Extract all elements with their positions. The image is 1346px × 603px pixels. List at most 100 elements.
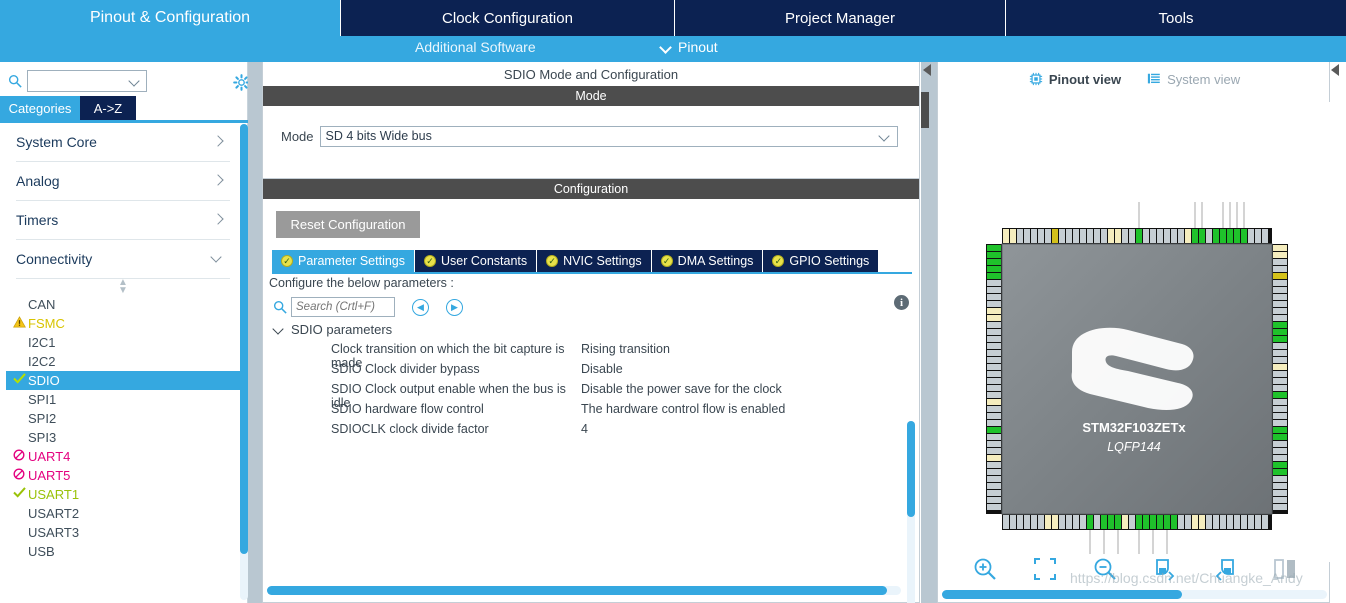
chip-icon: [1029, 72, 1043, 86]
zoom-out-icon[interactable]: [1092, 556, 1118, 582]
parameter-value[interactable]: The hardware control flow is enabled: [581, 402, 903, 422]
flip-icon[interactable]: [1272, 556, 1298, 582]
tab-label: NVIC Settings: [563, 254, 642, 268]
configuration-horizontal-scrollbar-thumb[interactable]: [267, 586, 887, 595]
category-label: Connectivity: [16, 251, 93, 267]
search-icon[interactable]: [8, 74, 22, 88]
chevron-right-circle-icon[interactable]: ▶: [446, 298, 463, 316]
parameter-value[interactable]: Disable the power save for the clock: [581, 382, 903, 402]
check-icon: [12, 373, 26, 387]
parameter-search-input[interactable]: [291, 297, 395, 317]
sidebar-item-usart2[interactable]: USART2: [6, 504, 240, 523]
tab-clock-configuration[interactable]: Clock Configuration: [341, 0, 675, 36]
configure-note: Configure the below parameters :: [269, 276, 454, 290]
scroll-up-down-handle[interactable]: ▲ ▼: [6, 278, 240, 296]
view-tab-label: System view: [1167, 71, 1241, 87]
sidebar-item-spi3[interactable]: SPI3: [6, 428, 240, 447]
search-icon[interactable]: [273, 300, 287, 314]
left-panel-divider[interactable]: [248, 62, 262, 603]
rotate-right-icon[interactable]: [1152, 556, 1178, 582]
tab-gpio-settings[interactable]: ✓ GPIO Settings: [763, 250, 880, 272]
table-row[interactable]: SDIO hardware flow control The hardware …: [263, 402, 903, 422]
additional-software-button[interactable]: Additional Software: [415, 39, 536, 55]
table-row[interactable]: SDIO Clock output enable when the bus is…: [263, 382, 903, 410]
chevron-down-icon: [273, 325, 284, 334]
divider-collapse-controls: [923, 64, 931, 78]
sidebar-scrollbar[interactable]: [240, 124, 248, 600]
tab-pinout-view[interactable]: Pinout view: [1029, 68, 1121, 90]
tab-user-constants[interactable]: ✓ User Constants: [415, 250, 538, 272]
sidebar-tabs: Categories A->Z: [0, 96, 248, 120]
tab-pinout-configuration[interactable]: Pinout & Configuration: [0, 0, 341, 36]
chip-diagram[interactable]: STM32F103ZETx LQFP144: [938, 102, 1331, 562]
status-none-icon: [12, 506, 26, 520]
peripheral-label: USART3: [28, 525, 80, 540]
sidebar-tab-label: A->Z: [93, 100, 123, 116]
sidebar-item-usart3[interactable]: USART3: [6, 523, 240, 542]
sidebar-tab-label: Categories: [8, 100, 72, 116]
rotate-left-icon[interactable]: [1212, 556, 1238, 582]
sidebar-category-system-core[interactable]: System Core: [16, 123, 230, 162]
tab-project-manager[interactable]: Project Manager: [675, 0, 1006, 36]
sidebar-scrollbar-thumb[interactable]: [240, 124, 248, 554]
peripheral-label: I2C2: [28, 354, 56, 369]
sidebar-item-sdio[interactable]: SDIO: [6, 371, 240, 390]
pinout-horizontal-scrollbar[interactable]: [942, 590, 1327, 599]
additional-software-label: Additional Software: [415, 39, 536, 55]
mode-select[interactable]: SD 4 bits Wide bus: [319, 126, 898, 147]
sidebar-list: System Core Analog Timers Connectivity ▲…: [6, 123, 240, 601]
sidebar-tab-categories[interactable]: Categories: [0, 96, 80, 120]
sidebar-item-usart1[interactable]: USART1: [6, 485, 240, 504]
table-row[interactable]: SDIO Clock divider bypass Disable: [263, 362, 903, 382]
sidebar-item-spi2[interactable]: SPI2: [6, 409, 240, 428]
parameter-group-header[interactable]: SDIO parameters: [273, 322, 392, 337]
configuration-vertical-scrollbar-thumb[interactable]: [907, 421, 915, 517]
right-panel-divider[interactable]: [921, 62, 937, 603]
sidebar-item-i2c1[interactable]: I2C1: [6, 333, 240, 352]
sidebar-item-fsmc[interactable]: FSMC: [6, 314, 240, 333]
reset-configuration-button[interactable]: Reset Configuration: [276, 211, 420, 238]
chevron-left-circle-icon[interactable]: ◀: [412, 298, 429, 316]
category-label: Analog: [16, 173, 60, 189]
zoom-in-icon[interactable]: [972, 556, 998, 582]
sidebar-item-spi1[interactable]: SPI1: [6, 390, 240, 409]
tab-parameter-settings[interactable]: ✓ Parameter Settings: [272, 250, 415, 272]
info-icon[interactable]: i: [894, 295, 909, 310]
sidebar-item-can[interactable]: CAN: [6, 295, 240, 314]
tab-nvic-settings[interactable]: ✓ NVIC Settings: [537, 250, 652, 272]
sidebar-item-uart5[interactable]: UART5: [6, 466, 240, 485]
collapse-left-arrow-icon[interactable]: [1331, 64, 1339, 76]
sidebar-category-timers[interactable]: Timers: [16, 201, 230, 240]
stm32cubemx-window: Pinout & Configuration Clock Configurati…: [0, 0, 1346, 603]
sidebar-category-connectivity[interactable]: Connectivity: [16, 240, 230, 279]
no-entry-icon: [12, 468, 26, 482]
tab-dma-settings[interactable]: ✓ DMA Settings: [651, 250, 764, 272]
parameter-value[interactable]: 4: [581, 422, 903, 442]
panel-title: SDIO Mode and Configuration: [263, 62, 919, 86]
divider-marker: [921, 92, 929, 128]
parameter-value[interactable]: Disable: [581, 362, 903, 382]
pinout-dropdown-button[interactable]: Pinout: [661, 39, 718, 55]
peripheral-label: UART4: [28, 449, 71, 464]
collapse-left-arrow-icon[interactable]: [923, 64, 931, 76]
configuration-horizontal-scrollbar[interactable]: [267, 586, 901, 595]
parameter-name: SDIO hardware flow control: [331, 402, 484, 416]
search-input[interactable]: [27, 70, 147, 92]
sidebar-category-analog[interactable]: Analog: [16, 162, 230, 201]
table-row[interactable]: SDIOCLK clock divide factor 4: [263, 422, 903, 442]
sidebar-item-i2c2[interactable]: I2C2: [6, 352, 240, 371]
pinout-horizontal-scrollbar-thumb[interactable]: [942, 590, 1182, 599]
right-edge-collapse-controls: [1331, 64, 1339, 78]
tab-tools[interactable]: Tools: [1006, 0, 1346, 36]
mode-row: Mode SD 4 bits Wide bus: [281, 126, 898, 147]
sidebar-tab-a-to-z[interactable]: A->Z: [80, 96, 136, 120]
configuration-vertical-scrollbar[interactable]: [907, 421, 915, 603]
parameter-value[interactable]: Rising transition: [581, 342, 903, 362]
status-none-icon: [12, 544, 26, 558]
tab-system-view[interactable]: System view: [1147, 68, 1240, 90]
sidebar-item-usb[interactable]: USB: [6, 542, 240, 561]
fit-to-screen-icon[interactable]: [1032, 556, 1058, 582]
sidebar-item-uart4[interactable]: UART4: [6, 447, 240, 466]
chip-canvas[interactable]: STM32F103ZETx LQFP144: [938, 102, 1331, 562]
table-row[interactable]: Clock transition on which the bit captur…: [263, 342, 903, 370]
